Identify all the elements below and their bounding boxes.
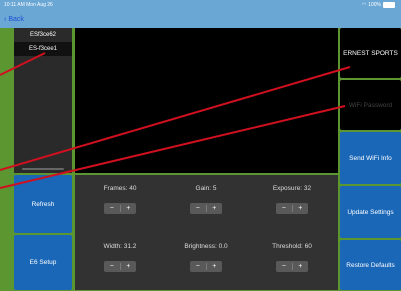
width-control: Width: 31.2 − + [79,233,161,291]
back-button[interactable]: ‹ Back [4,16,24,23]
send-wifi-info-button[interactable]: Send WiFi Info [340,132,401,184]
plus-icon[interactable]: + [207,203,223,214]
minus-icon[interactable]: − [190,203,206,214]
brightness-stepper[interactable]: − + [190,261,222,272]
minus-icon[interactable]: − [104,203,120,214]
width-label: Width: 31.2 [103,243,137,250]
device-item[interactable]: ESf3ce62 [14,28,72,42]
gain-label: Gain: 5 [195,185,217,192]
exposure-label: Exposure: 32 [272,185,312,192]
chevron-left-icon: ‹ [4,16,7,23]
back-label: Back [8,16,24,23]
refresh-button[interactable]: Refresh [14,175,72,233]
wifi-password-placeholder: WiFi Password [348,101,393,109]
frames-stepper[interactable]: − + [104,203,136,214]
ssid-value: ERNEST SPORTS [343,49,398,57]
gain-control: Gain: 5 − + [165,175,247,233]
camera-preview [75,28,338,173]
wifi-icon: ◠ [361,2,367,8]
e6-setup-button[interactable]: E6 Setup [14,235,72,290]
plus-icon[interactable]: + [121,261,137,272]
status-time: 10:11 AM Mon Aug 26 [4,2,53,8]
threshold-control: Threshold: 60 − + [251,233,333,291]
nav-bar: ‹ Back [0,12,401,28]
frames-label: Frames: 40 [103,185,137,192]
settings-panel: Frames: 40 − + Gain: 5 − + Exposure: 32 − +… [75,175,338,290]
device-list[interactable]: ESf3ce62 ES-f3cee1 [14,28,72,173]
threshold-label: Threshold: 60 [272,243,312,250]
minus-icon[interactable]: − [104,261,120,272]
plus-icon[interactable]: + [293,261,309,272]
gain-stepper[interactable]: − + [190,203,222,214]
threshold-stepper[interactable]: − + [276,261,308,272]
status-right: ◠ 100% [362,2,395,8]
exposure-control: Exposure: 32 − + [251,175,333,233]
brightness-label: Brightness: 0.0 [184,243,228,250]
ssid-field[interactable]: ERNEST SPORTS [340,28,401,78]
status-bar: 10:11 AM Mon Aug 26 ◠ 100% [0,0,401,12]
brightness-control: Brightness: 0.0 − + [165,233,247,291]
plus-icon[interactable]: + [293,203,309,214]
minus-icon[interactable]: − [190,261,206,272]
minus-icon[interactable]: − [276,261,292,272]
frames-control: Frames: 40 − + [79,175,161,233]
plus-icon[interactable]: + [121,203,137,214]
list-scrollbar[interactable] [22,168,64,170]
width-stepper[interactable]: − + [104,261,136,272]
minus-icon[interactable]: − [276,203,292,214]
device-item-selected[interactable]: ES-f3cee1 [14,42,72,56]
plus-icon[interactable]: + [207,261,223,272]
exposure-stepper[interactable]: − + [276,203,308,214]
update-settings-button[interactable]: Update Settings [340,186,401,238]
battery-icon [383,2,395,8]
wifi-password-field[interactable]: WiFi Password [340,80,401,130]
restore-defaults-button[interactable]: Restore Defaults [340,240,401,290]
battery-percent: 100% [368,2,381,8]
